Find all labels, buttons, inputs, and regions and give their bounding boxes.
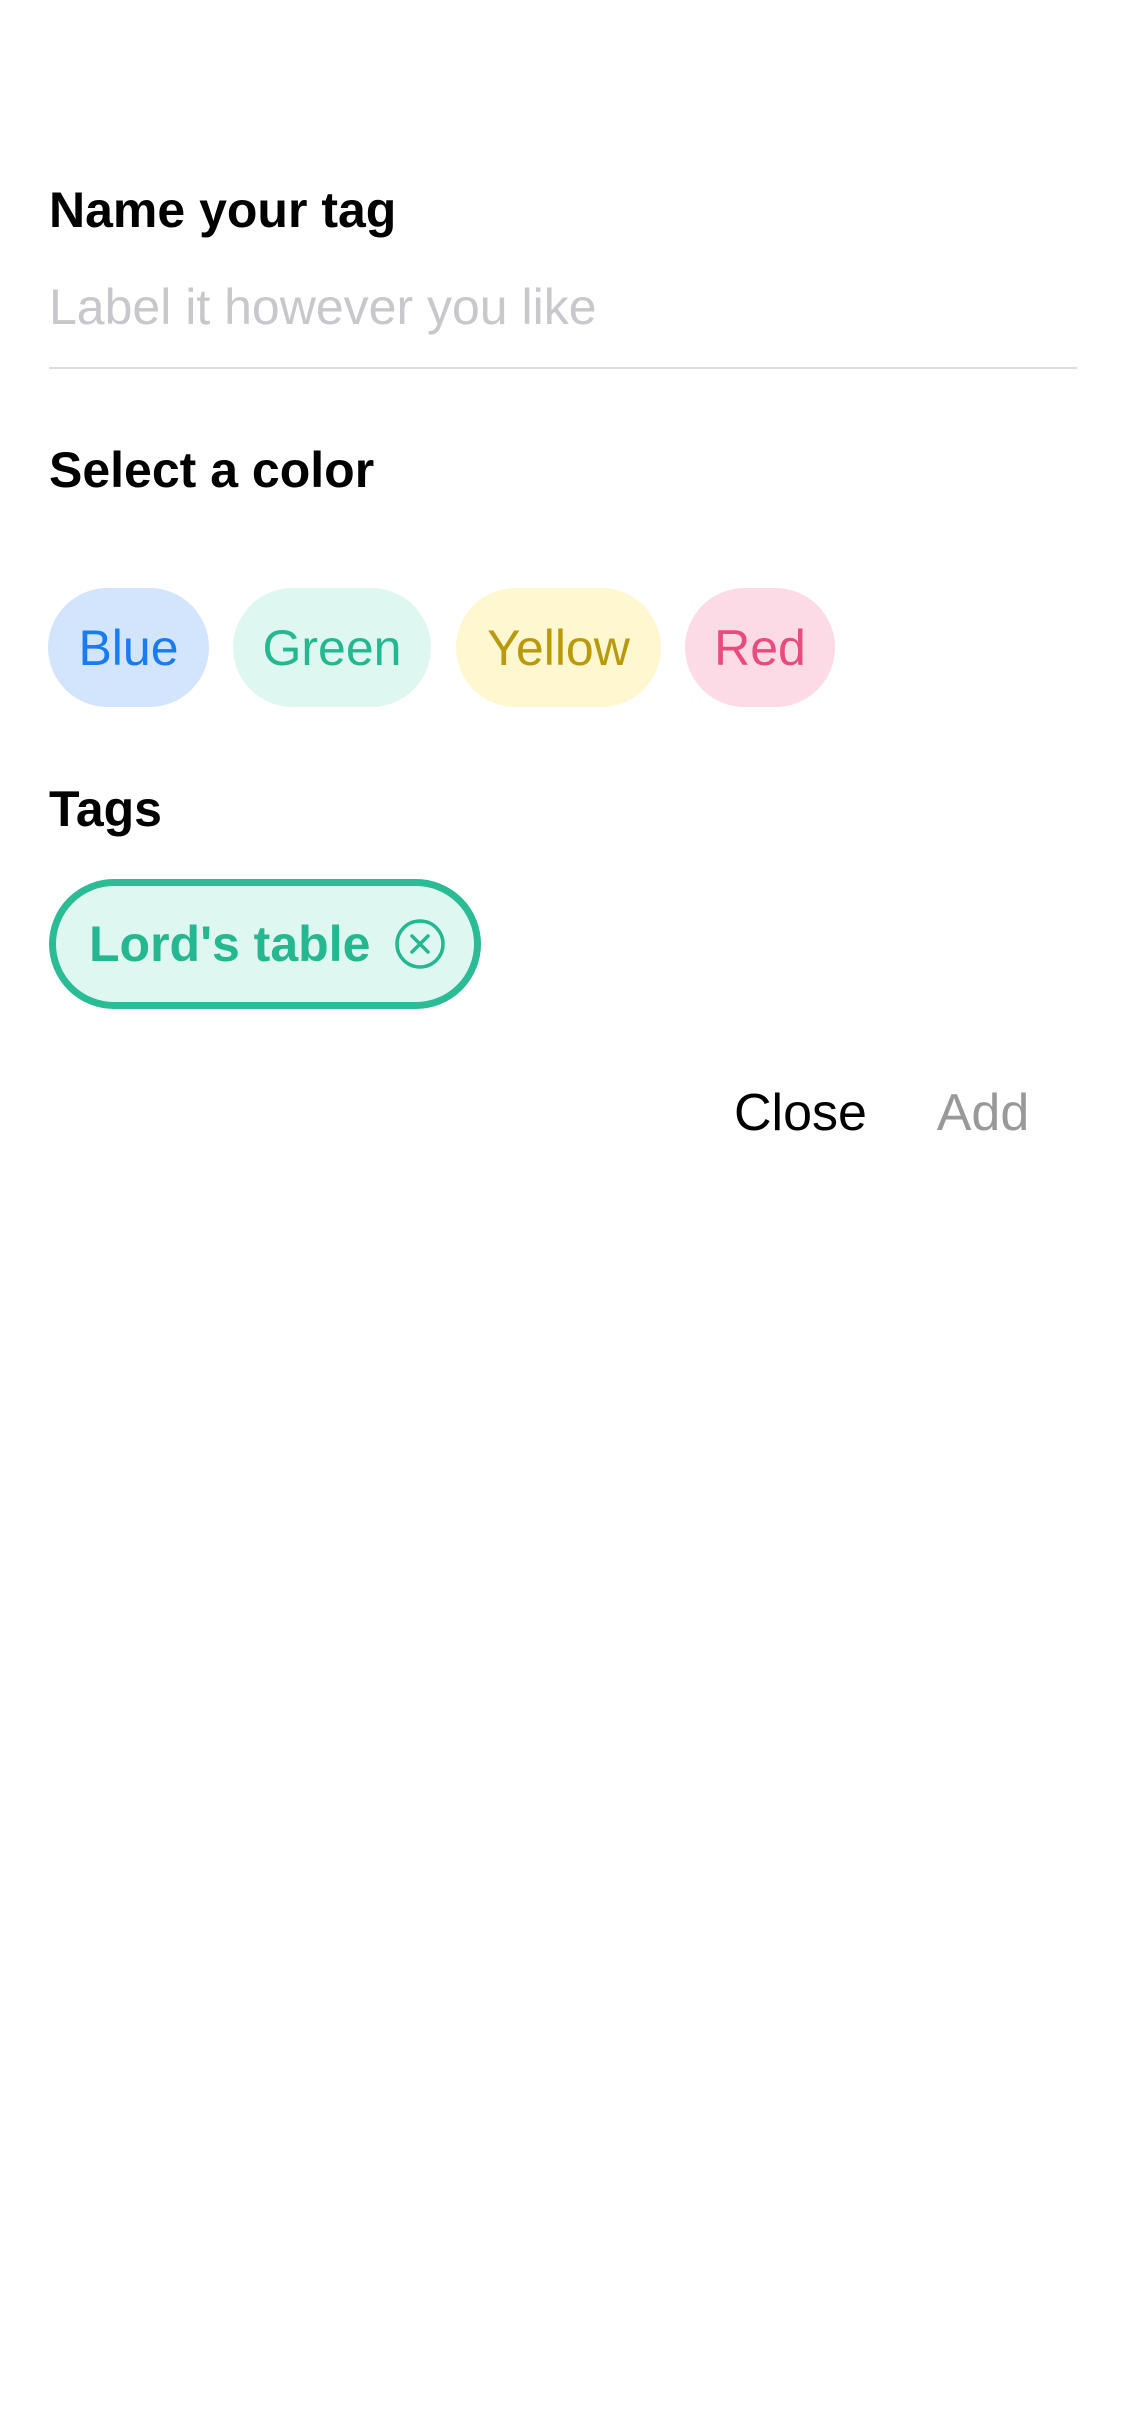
add-button[interactable]: Add: [934, 1080, 1032, 1146]
select-color-heading: Select a color: [49, 442, 375, 498]
tag-name-input[interactable]: [49, 272, 1077, 342]
color-option-label: Green: [262, 619, 402, 676]
input-divider: [49, 367, 1077, 369]
name-your-tag-heading: Name your tag: [49, 182, 397, 238]
tags-heading: Tags: [49, 781, 162, 837]
color-option-label: Red: [714, 619, 806, 676]
color-option-yellow[interactable]: Yellow: [456, 588, 661, 707]
close-button[interactable]: Close: [734, 1080, 867, 1146]
color-option-label: Yellow: [487, 619, 630, 676]
color-option-blue[interactable]: Blue: [48, 588, 209, 707]
tag-label: Lord's table: [89, 916, 371, 972]
tag-chip-lords-table[interactable]: Lord's table: [49, 879, 481, 1009]
color-option-label: Blue: [78, 619, 179, 676]
color-option-green[interactable]: Green: [233, 588, 431, 707]
close-circle-icon[interactable]: [394, 918, 446, 970]
color-option-red[interactable]: Red: [685, 588, 835, 707]
